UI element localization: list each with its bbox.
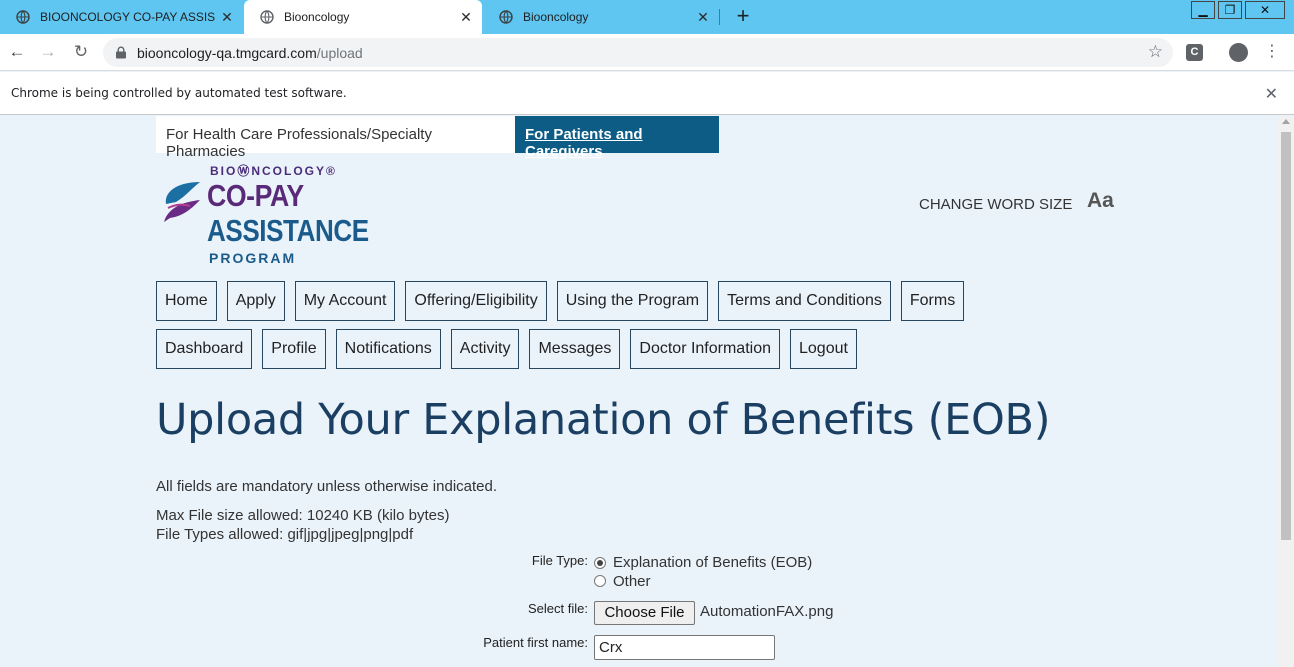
tab-patients[interactable]: For Patients and Caregivers <box>515 116 719 160</box>
select-file-label: Select file: <box>528 601 588 616</box>
nav-profile[interactable]: Profile <box>262 329 326 369</box>
back-arrow-icon[interactable]: ← <box>5 40 29 64</box>
tab-title: Biooncology <box>284 10 350 24</box>
nav-my-account[interactable]: My Account <box>294 281 396 321</box>
nav-doctor-information[interactable]: Doctor Information <box>630 329 780 369</box>
close-tab-icon[interactable]: ✕ <box>695 9 711 25</box>
max-file-size-note: Max File size allowed: 10240 KB (kilo by… <box>156 507 450 524</box>
nav-logout[interactable]: Logout <box>790 329 857 369</box>
close-tab-icon[interactable]: ✕ <box>219 9 235 25</box>
nav-offering-eligibility[interactable]: Offering/Eligibility <box>405 281 547 321</box>
file-type-label: File Type: <box>531 553 588 568</box>
patient-first-name-input[interactable]: Crx <box>594 635 775 660</box>
copay-program-logo[interactable]: BIOⓌNCOLOGY® CO-PAY ASSISTANCE PROGRAM <box>162 160 372 270</box>
minimize-button[interactable]: ▁ <box>1191 1 1215 19</box>
file-types-note: File Types allowed: gif|jpg|jpeg|png|pdf <box>156 526 414 543</box>
main-nav-row-1: Home Apply My Account Offering/Eligibili… <box>156 281 965 321</box>
nav-home[interactable]: Home <box>156 281 217 321</box>
maximize-button[interactable]: ❐ <box>1218 1 1242 19</box>
patient-first-name-label: Patient first name: <box>483 635 588 650</box>
url-path: /upload <box>316 45 363 61</box>
mandatory-note: All fields are mandatory unless otherwis… <box>156 478 498 495</box>
close-window-button[interactable]: ✕ <box>1245 1 1285 19</box>
selected-file-name: AutomationFAX.png <box>700 603 834 620</box>
leaf-logo-icon <box>164 182 200 222</box>
browser-tab-bar: BIOONCOLOGY CO-PAY ASSISTA ✕ Biooncology… <box>0 0 1294 34</box>
browser-tab-2[interactable]: Biooncology ✕ <box>244 0 482 34</box>
choose-file-button[interactable]: Choose File <box>594 601 695 625</box>
browser-tab-3[interactable]: Biooncology ✕ <box>483 0 719 34</box>
browser-tab-1[interactable]: BIOONCOLOGY CO-PAY ASSISTA ✕ <box>0 0 243 34</box>
scroll-thumb[interactable] <box>1281 132 1291 540</box>
tab-title: BIOONCOLOGY CO-PAY ASSISTA <box>40 10 215 24</box>
lock-icon <box>116 46 126 59</box>
tab-separator <box>719 9 720 25</box>
profile-avatar-icon[interactable] <box>1229 43 1248 62</box>
nav-terms-and-conditions[interactable]: Terms and Conditions <box>718 281 891 321</box>
page-title: Upload Your Explanation of Benefits (EOB… <box>156 395 1051 445</box>
browser-toolbar: ← → ↻ biooncology-qa.tmgcard.com/upload … <box>0 34 1294 71</box>
radio-eob-label[interactable]: Explanation of Benefits (EOB) <box>613 554 812 571</box>
nav-apply[interactable]: Apply <box>226 281 285 321</box>
nav-notifications[interactable]: Notifications <box>335 329 441 369</box>
new-tab-button[interactable]: + <box>731 5 755 29</box>
radio-other-label[interactable]: Other <box>613 573 651 590</box>
nav-using-the-program[interactable]: Using the Program <box>556 281 709 321</box>
bookmark-star-icon[interactable]: ☆ <box>1148 42 1163 62</box>
close-tab-icon[interactable]: ✕ <box>458 9 474 25</box>
globe-icon <box>260 10 274 24</box>
tab-hcp[interactable]: For Health Care Professionals/Specialty … <box>156 116 515 160</box>
nav-dashboard[interactable]: Dashboard <box>156 329 253 369</box>
close-infobar-icon[interactable]: ✕ <box>1265 84 1278 104</box>
biooncology-brand: BIOⓌNCOLOGY® <box>210 164 337 178</box>
menu-kebab-icon[interactable]: ⋮ <box>1264 42 1280 62</box>
globe-icon <box>499 10 513 24</box>
scroll-up-arrow-icon[interactable] <box>1282 119 1290 124</box>
logo-line-copay: CO-PAY <box>207 178 304 213</box>
radio-eob[interactable] <box>594 557 606 569</box>
nav-messages[interactable]: Messages <box>529 329 621 369</box>
nav-forms[interactable]: Forms <box>900 281 965 321</box>
change-word-size-label: CHANGE WORD SIZE <box>919 196 1073 213</box>
word-size-icon[interactable]: Aa <box>1087 189 1114 213</box>
automation-infobar: Chrome is being controlled by automated … <box>0 72 1294 115</box>
radio-other[interactable] <box>594 575 606 587</box>
extension-icon[interactable]: C <box>1186 44 1203 61</box>
nav-activity[interactable]: Activity <box>450 329 520 369</box>
automation-message: Chrome is being controlled by automated … <box>11 86 347 100</box>
address-bar[interactable]: biooncology-qa.tmgcard.com/upload ☆ <box>103 38 1173 67</box>
url-host: biooncology-qa.tmgcard.com <box>137 45 317 61</box>
page-scrollbar[interactable] <box>1278 116 1294 667</box>
url-text: biooncology-qa.tmgcard.com/upload <box>137 45 363 61</box>
audience-tabs: For Health Care Professionals/Specialty … <box>156 116 719 160</box>
main-nav-row-2: Dashboard Profile Notifications Activity… <box>156 329 857 369</box>
reload-icon[interactable]: ↻ <box>69 40 93 64</box>
forward-arrow-icon[interactable]: → <box>36 40 60 64</box>
globe-icon <box>16 10 30 24</box>
tab-title: Biooncology <box>523 10 589 24</box>
page-content: For Health Care Professionals/Specialty … <box>0 116 1278 667</box>
logo-line-assistance: ASSISTANCE <box>207 213 369 248</box>
logo-line-program: PROGRAM <box>209 250 297 266</box>
